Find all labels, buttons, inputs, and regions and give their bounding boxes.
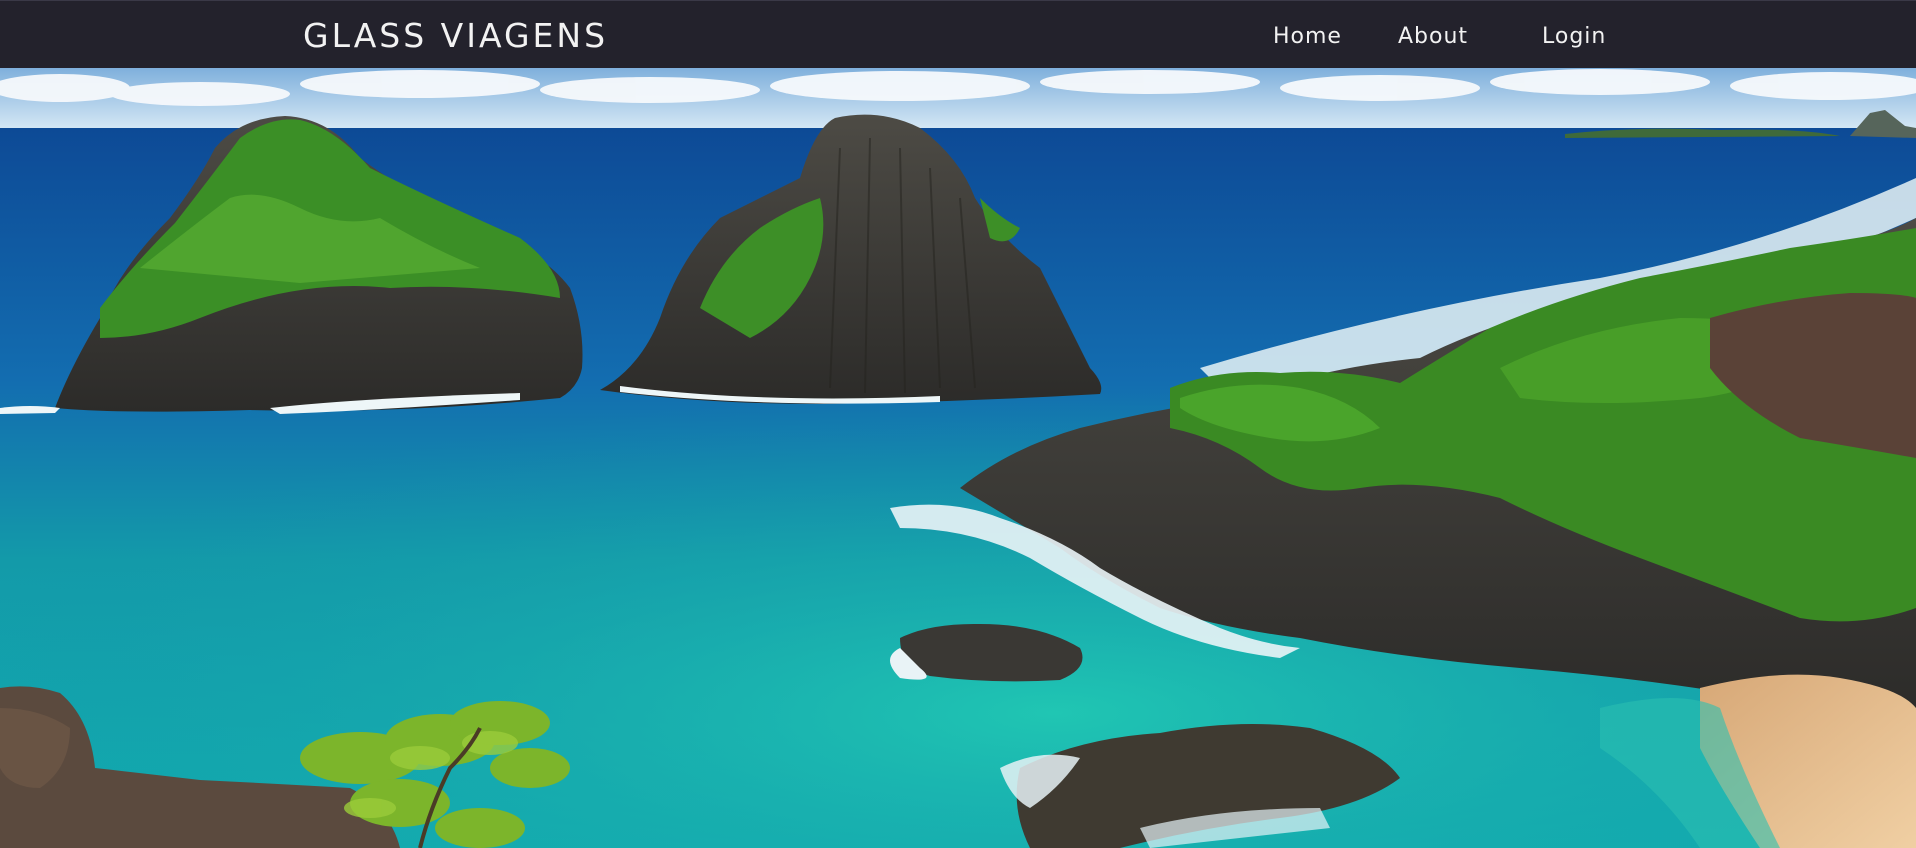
brand-logo-link[interactable]: GLASS VIAGENS [303, 16, 608, 56]
nav-link-about[interactable]: About [1398, 21, 1468, 53]
nav-link-home[interactable]: Home [1273, 21, 1342, 53]
top-navbar: GLASS VIAGENS Home About Login [0, 0, 1916, 68]
hero-banner [0, 68, 1916, 848]
hero-landscape-image [0, 68, 1916, 848]
nav-link-login[interactable]: Login [1542, 21, 1606, 53]
